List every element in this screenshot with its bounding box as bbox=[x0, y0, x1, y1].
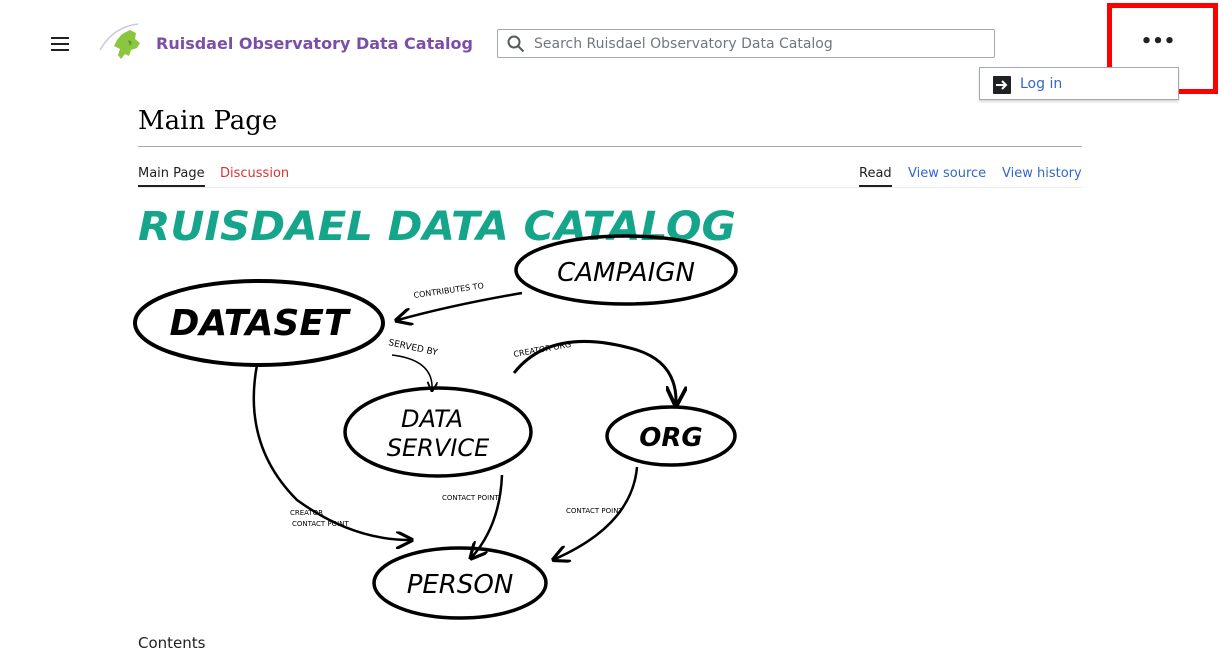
edge-label-contributes-to: CONTRIBUTES TO bbox=[413, 281, 484, 300]
tab-main-page[interactable]: Main Page bbox=[138, 166, 205, 187]
tabs-divider bbox=[138, 187, 1082, 188]
search-input[interactable] bbox=[534, 30, 984, 57]
edge-label-creator: CREATOR bbox=[290, 509, 323, 517]
edge-label-creator-contact-point: CONTACT POINT bbox=[292, 520, 349, 528]
search-icon bbox=[507, 35, 525, 53]
data-model-diagram: RUISDAEL DATA CATALOG DATASET CAMPAIGN D… bbox=[133, 204, 738, 620]
page-title: Main Page bbox=[138, 106, 278, 136]
menu-icon-bar bbox=[51, 49, 69, 51]
login-icon bbox=[993, 76, 1011, 94]
edge-contact-point-service bbox=[472, 474, 504, 557]
person-node-label: PERSON bbox=[407, 570, 514, 600]
edge-label-creator-org: CREATOR ORG bbox=[513, 340, 572, 359]
data-service-node-label-1: DATA bbox=[401, 405, 463, 433]
edge-served-by bbox=[391, 354, 432, 390]
tab-view-source[interactable]: View source bbox=[908, 166, 986, 181]
dataset-node-label: DATASET bbox=[170, 303, 351, 344]
site-title-link[interactable]: Ruisdael Observatory Data Catalog bbox=[156, 34, 473, 53]
main-menu-button[interactable] bbox=[50, 33, 72, 55]
menu-icon-bar bbox=[51, 37, 69, 39]
contents-heading: Contents bbox=[138, 634, 206, 652]
logo-icon[interactable] bbox=[98, 22, 148, 64]
tab-view-history[interactable]: View history bbox=[1002, 166, 1082, 181]
edge-label-contact-point-service: CONTACT POINT bbox=[442, 494, 499, 502]
campaign-node-label: CAMPAIGN bbox=[557, 258, 695, 288]
tab-discussion[interactable]: Discussion bbox=[220, 166, 289, 181]
divider bbox=[138, 146, 1082, 147]
data-service-node-label-2: SERVICE bbox=[387, 434, 490, 462]
menu-icon-bar bbox=[51, 43, 69, 45]
edge-label-contact-point-org: CONTACT POINT bbox=[566, 507, 623, 515]
user-menu-dropdown: Log in bbox=[979, 67, 1179, 100]
search-box[interactable] bbox=[497, 29, 995, 58]
diagram-heading: RUISDAEL DATA CATALOG bbox=[138, 204, 736, 250]
tab-read[interactable]: Read bbox=[859, 166, 892, 187]
org-node-label: ORG bbox=[639, 423, 702, 453]
login-link[interactable]: Log in bbox=[1020, 76, 1062, 92]
